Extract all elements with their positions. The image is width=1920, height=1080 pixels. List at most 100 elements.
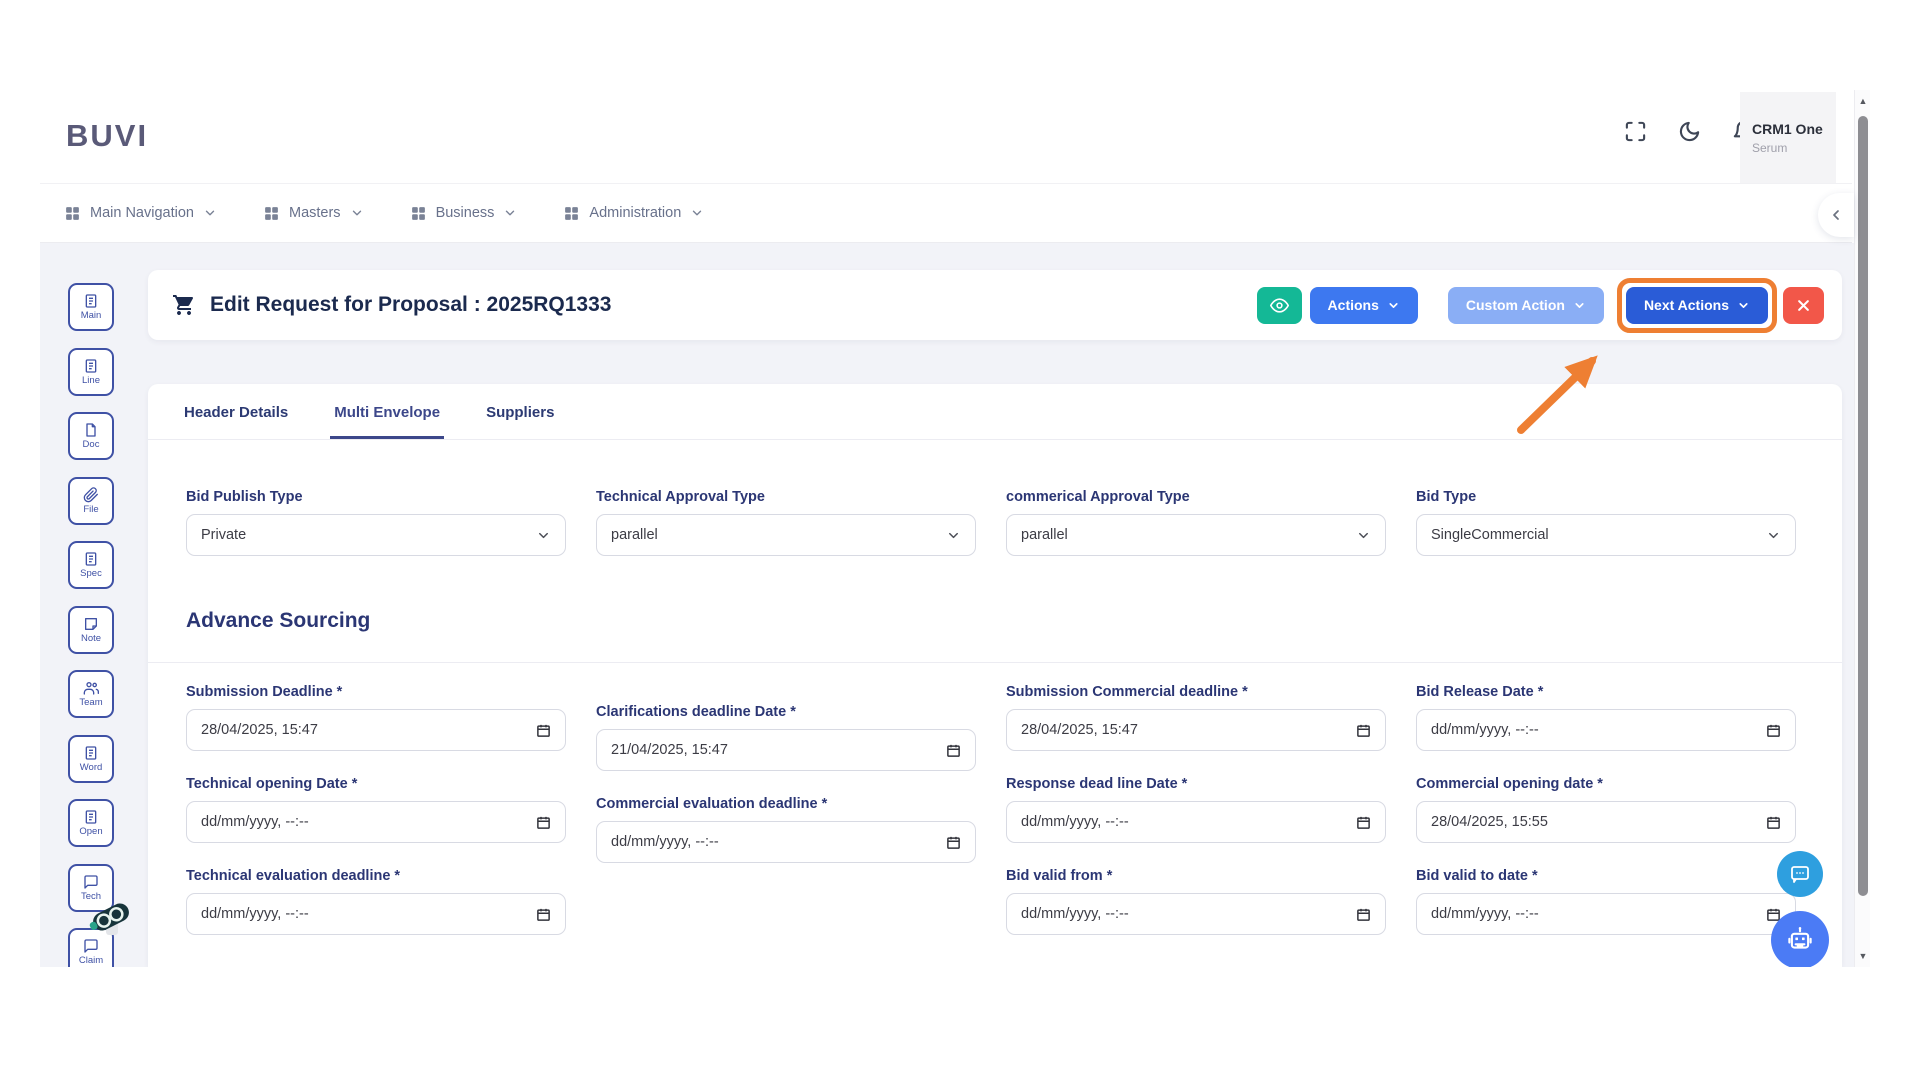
- chevron-down-icon: [1573, 299, 1586, 312]
- sidebar-item-label: File: [83, 504, 98, 515]
- user-name: CRM1 One: [1752, 121, 1836, 137]
- rfp-form-card: Header Details Multi Envelope Suppliers …: [148, 384, 1842, 967]
- tab-suppliers[interactable]: Suppliers: [482, 404, 558, 439]
- grid-icon: [263, 205, 280, 222]
- field-label: Bid Publish Type: [186, 489, 566, 505]
- field-label: Submission Deadline *: [186, 684, 566, 700]
- nav-label: Administration: [589, 205, 681, 221]
- eye-icon: [1270, 296, 1289, 315]
- nav-main-navigation[interactable]: Main Navigation: [64, 205, 217, 222]
- chat-icon: [83, 938, 99, 954]
- sidebar-item-file[interactable]: File: [68, 477, 114, 525]
- close-button[interactable]: [1783, 287, 1824, 324]
- sidebar-item-label: Spec: [80, 568, 102, 579]
- custom-action-button[interactable]: Custom Action: [1448, 287, 1604, 324]
- team-icon: [83, 680, 99, 696]
- section-divider: [148, 662, 1842, 663]
- sidebar-item-team[interactable]: Team: [68, 670, 114, 718]
- document-lines-icon: [83, 551, 99, 567]
- date-input[interactable]: dd/mm/yyyy, --:--: [1006, 801, 1386, 843]
- sidebar-item-note[interactable]: Note: [68, 606, 114, 654]
- page-scrollbar[interactable]: ▲ ▼: [1854, 90, 1870, 967]
- sidebar-item-line[interactable]: Line: [68, 348, 114, 396]
- field-technical-evaluation-deadline: Technical evaluation deadline * dd/mm/yy…: [186, 868, 566, 935]
- field-submission-deadline: Submission Deadline * 28/04/2025, 15:47: [186, 684, 566, 751]
- sidebar-item-label: Claim: [79, 955, 103, 966]
- fullscreen-icon[interactable]: [1624, 120, 1648, 144]
- date-input[interactable]: 21/04/2025, 15:47: [596, 729, 976, 771]
- date-input[interactable]: dd/mm/yyyy, --:--: [186, 893, 566, 935]
- calendar-icon[interactable]: [536, 907, 551, 922]
- paperclip-icon: [83, 487, 99, 503]
- sidebar-item-label: Word: [80, 762, 103, 773]
- sidebar-item-main[interactable]: Main: [68, 283, 114, 331]
- assistant-robot-fab-button[interactable]: [1771, 911, 1829, 967]
- calendar-icon[interactable]: [1356, 815, 1371, 830]
- sidebar-item-claim[interactable]: Claim: [68, 928, 114, 967]
- bid-type-select[interactable]: SingleCommercial: [1416, 514, 1796, 556]
- close-icon: [1796, 298, 1811, 313]
- collapse-panel-button[interactable]: [1818, 193, 1854, 237]
- calendar-icon[interactable]: [1766, 815, 1781, 830]
- sidebar-item-spec[interactable]: Spec: [68, 541, 114, 589]
- date-input[interactable]: dd/mm/yyyy, --:--: [1416, 709, 1796, 751]
- sidebar-item-word[interactable]: Word: [68, 735, 114, 783]
- field-bid-release-date: Bid Release Date * dd/mm/yyyy, --:--: [1416, 684, 1796, 751]
- form-column-4: Bid Release Date * dd/mm/yyyy, --:-- Com…: [1416, 684, 1796, 960]
- commercial-approval-type-select[interactable]: parallel: [1006, 514, 1386, 556]
- form-column-2: Clarifications deadline Date * 21/04/202…: [596, 704, 976, 888]
- nav-administration[interactable]: Administration: [563, 205, 704, 222]
- tab-bar: Header Details Multi Envelope Suppliers: [148, 404, 1842, 440]
- date-input[interactable]: 28/04/2025, 15:47: [186, 709, 566, 751]
- main-menu-bar: Main Navigation Masters Business Adminis…: [40, 183, 1852, 243]
- calendar-icon[interactable]: [1766, 723, 1781, 738]
- date-input[interactable]: 28/04/2025, 15:47: [1006, 709, 1386, 751]
- actions-button[interactable]: Actions: [1310, 287, 1418, 324]
- dark-mode-moon-icon[interactable]: [1678, 120, 1702, 144]
- scroll-up-arrow[interactable]: ▲: [1855, 96, 1871, 106]
- document-lines-icon: [83, 293, 99, 309]
- calendar-icon[interactable]: [1356, 907, 1371, 922]
- scroll-down-arrow[interactable]: ▼: [1855, 951, 1871, 961]
- date-input[interactable]: dd/mm/yyyy, --:--: [1006, 893, 1386, 935]
- date-input[interactable]: 28/04/2025, 15:55: [1416, 801, 1796, 843]
- field-label: Bid valid to date *: [1416, 868, 1796, 884]
- document-lines-icon: [83, 809, 99, 825]
- page-icon: [83, 422, 99, 438]
- calendar-icon[interactable]: [1356, 723, 1371, 738]
- sidebar-item-open[interactable]: Open: [68, 799, 114, 847]
- preview-eye-button[interactable]: [1257, 287, 1302, 324]
- page-title: Edit Request for Proposal : 2025RQ1333: [210, 293, 611, 317]
- calendar-icon[interactable]: [536, 723, 551, 738]
- chat-bubble-icon: [1788, 862, 1812, 886]
- sidebar-item-label: Team: [79, 697, 102, 708]
- sidebar-item-tech[interactable]: Tech: [68, 864, 114, 912]
- user-profile[interactable]: CRM1 One Serum: [1740, 92, 1836, 183]
- bid-publish-type-select[interactable]: Private: [186, 514, 566, 556]
- nav-masters[interactable]: Masters: [263, 205, 364, 222]
- tab-header-details[interactable]: Header Details: [180, 404, 292, 439]
- sidebar-item-doc[interactable]: Doc: [68, 412, 114, 460]
- field-label: Technical opening Date *: [186, 776, 566, 792]
- scrollbar-thumb[interactable]: [1858, 116, 1868, 896]
- chevron-down-icon: [503, 206, 517, 220]
- technical-approval-type-select[interactable]: parallel: [596, 514, 976, 556]
- sidebar-item-label: Main: [81, 310, 102, 321]
- calendar-icon[interactable]: [946, 743, 961, 758]
- date-input[interactable]: dd/mm/yyyy, --:--: [1416, 893, 1796, 935]
- calendar-icon[interactable]: [536, 815, 551, 830]
- field-label: Bid Release Date *: [1416, 684, 1796, 700]
- document-lines-icon: [83, 745, 99, 761]
- sidebar-item-label: Tech: [81, 891, 101, 902]
- field-response-dead-line-date: Response dead line Date * dd/mm/yyyy, --…: [1006, 776, 1386, 843]
- date-input[interactable]: dd/mm/yyyy, --:--: [596, 821, 976, 863]
- calendar-icon[interactable]: [946, 835, 961, 850]
- tab-multi-envelope[interactable]: Multi Envelope: [330, 404, 444, 439]
- document-lines-icon: [83, 358, 99, 374]
- nav-business[interactable]: Business: [410, 205, 518, 222]
- next-actions-button[interactable]: Next Actions: [1626, 287, 1768, 324]
- chevron-down-icon: [350, 206, 364, 220]
- date-input[interactable]: dd/mm/yyyy, --:--: [186, 801, 566, 843]
- sidebar-item-label: Doc: [83, 439, 100, 450]
- chat-fab-button[interactable]: [1777, 851, 1823, 897]
